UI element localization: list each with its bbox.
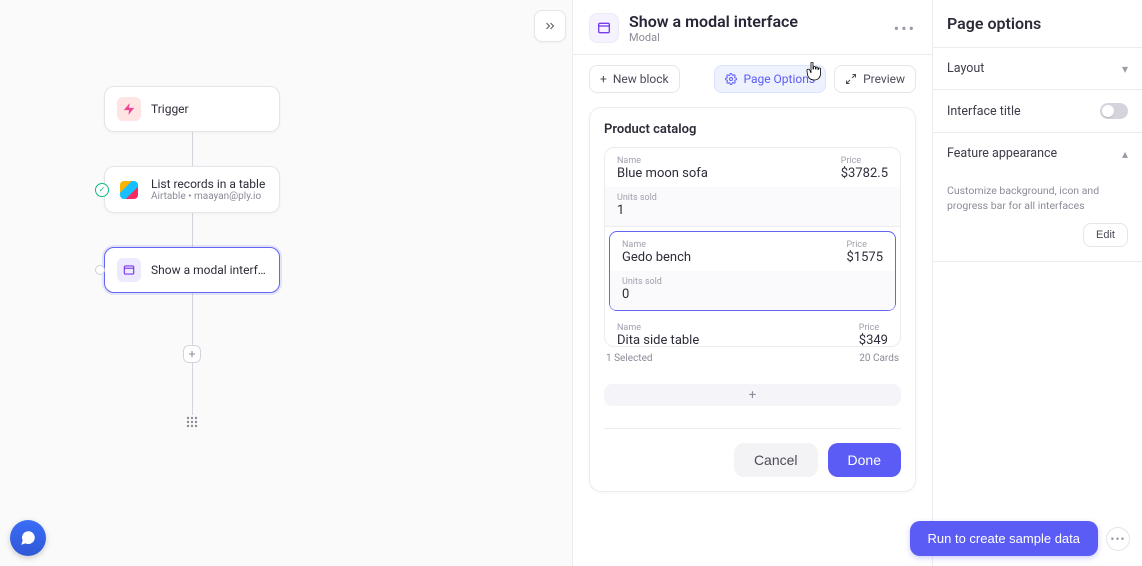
list-item[interactable]: NameGedo bench Price$1575 Units sold0 (609, 231, 896, 311)
new-block-label: New block (613, 72, 669, 86)
detail-toolbar: + New block Page Options Preview (573, 55, 932, 103)
add-node-button[interactable]: + (183, 345, 201, 363)
chevrons-right-icon (543, 19, 557, 33)
field-label: Price (859, 323, 888, 333)
field-label: Name (622, 240, 691, 250)
flow-connector (192, 293, 193, 345)
preview-button[interactable]: Preview (834, 65, 916, 93)
field-label: Units sold (617, 193, 888, 203)
card-list[interactable]: NameBlue moon sofa Price$3782.5 Units so… (604, 147, 901, 347)
edit-button[interactable]: Edit (1083, 223, 1128, 247)
collapse-panel-button[interactable] (534, 10, 566, 42)
airtable-icon (117, 178, 141, 202)
expand-icon (845, 73, 857, 85)
gear-icon (725, 73, 737, 85)
field-label: Price (846, 240, 883, 250)
feature-appearance-body: Customize background, icon and progress … (933, 174, 1142, 262)
chevron-down-icon: ▾ (1122, 62, 1128, 76)
field-value: 1 (617, 203, 888, 218)
field-value: Dita side table (617, 333, 699, 347)
modal-footer: Cancel Done (604, 428, 901, 477)
modal-icon (589, 13, 619, 43)
preview-label: Preview (863, 72, 905, 86)
flow-node-title: Trigger (151, 102, 189, 116)
modal-preview: Product catalog NameBlue moon sofa Price… (589, 107, 916, 492)
feature-appearance-label: Feature appearance (947, 146, 1057, 161)
run-bar: Run to create sample data ••• (910, 521, 1130, 556)
chevron-up-icon: ▴ (1122, 147, 1128, 161)
field-value: Gedo bench (622, 250, 691, 265)
feature-appearance-desc: Customize background, icon and progress … (947, 184, 1128, 213)
flow-container: Trigger ✓ List records in a table Airtab… (104, 86, 280, 429)
list-item[interactable]: NameBlue moon sofa Price$3782.5 Units so… (605, 148, 900, 227)
field-label: Name (617, 156, 708, 166)
field-value: 0 (622, 287, 883, 302)
interface-title-toggle-row: Interface title (933, 90, 1142, 133)
flow-node-modal[interactable]: Show a modal interface (104, 247, 280, 293)
list-footer: 1 Selected 20 Cards (604, 347, 901, 366)
field-label: Units sold (622, 277, 883, 287)
plus-icon: + (749, 388, 756, 403)
feature-appearance-toggle[interactable]: Feature appearance ▴ (933, 133, 1142, 174)
field-label: Name (617, 323, 699, 333)
more-icon[interactable]: ••• (894, 19, 916, 38)
page-title: Show a modal interface (629, 12, 798, 31)
flow-connector (192, 132, 193, 166)
flow-connector (192, 213, 193, 247)
plus-icon: + (600, 72, 607, 86)
flow-node-trigger[interactable]: Trigger (104, 86, 280, 132)
chat-icon (19, 529, 37, 547)
open-step-icon (95, 265, 105, 275)
flow-canvas: Trigger ✓ List records in a table Airtab… (0, 0, 572, 566)
page-options-label: Page Options (743, 72, 815, 86)
field-value: Blue moon sofa (617, 166, 708, 181)
bolt-icon (117, 97, 141, 121)
total-count: 20 Cards (859, 353, 899, 364)
detail-header: Show a modal interface Modal ••• (573, 0, 932, 55)
run-button[interactable]: Run to create sample data (910, 521, 1098, 556)
catalog-title: Product catalog (604, 122, 901, 137)
detail-panel: Show a modal interface Modal ••• + New b… (572, 0, 932, 566)
flow-connector (192, 363, 193, 415)
field-value: $3782.5 (841, 166, 888, 181)
layout-section-toggle[interactable]: Layout ▾ (933, 48, 1142, 90)
interface-title-label: Interface title (947, 104, 1021, 119)
done-button[interactable]: Done (828, 443, 901, 477)
check-icon: ✓ (95, 183, 109, 197)
selected-count: 1 Selected (606, 353, 653, 364)
options-title: Page options (933, 0, 1142, 48)
page-options-button[interactable]: Page Options (714, 65, 826, 93)
new-block-button[interactable]: + New block (589, 65, 680, 93)
add-block-strip[interactable]: + (604, 384, 901, 406)
cancel-button[interactable]: Cancel (734, 443, 818, 477)
options-sidebar: Page options Layout ▾ Interface title Fe… (932, 0, 1142, 566)
flow-node-list-records[interactable]: ✓ List records in a table Airtable • maa… (104, 166, 280, 213)
layout-label: Layout (947, 61, 984, 76)
field-label: Price (841, 156, 888, 166)
flow-node-title: Show a modal interface (151, 263, 267, 277)
flow-node-subtitle: Airtable • maayan@ply.io (151, 191, 265, 202)
run-more-button[interactable]: ••• (1106, 527, 1130, 551)
list-item[interactable]: NameDita side table Price$349 (605, 315, 900, 347)
page-subtitle: Modal (629, 31, 798, 44)
flow-node-title: List records in a table (151, 177, 265, 191)
modal-icon (117, 258, 141, 282)
interface-title-toggle[interactable] (1100, 103, 1128, 119)
field-value: $349 (859, 333, 888, 347)
flow-end-icon (185, 415, 199, 429)
help-button[interactable] (10, 520, 46, 556)
field-value: $1575 (846, 250, 883, 265)
